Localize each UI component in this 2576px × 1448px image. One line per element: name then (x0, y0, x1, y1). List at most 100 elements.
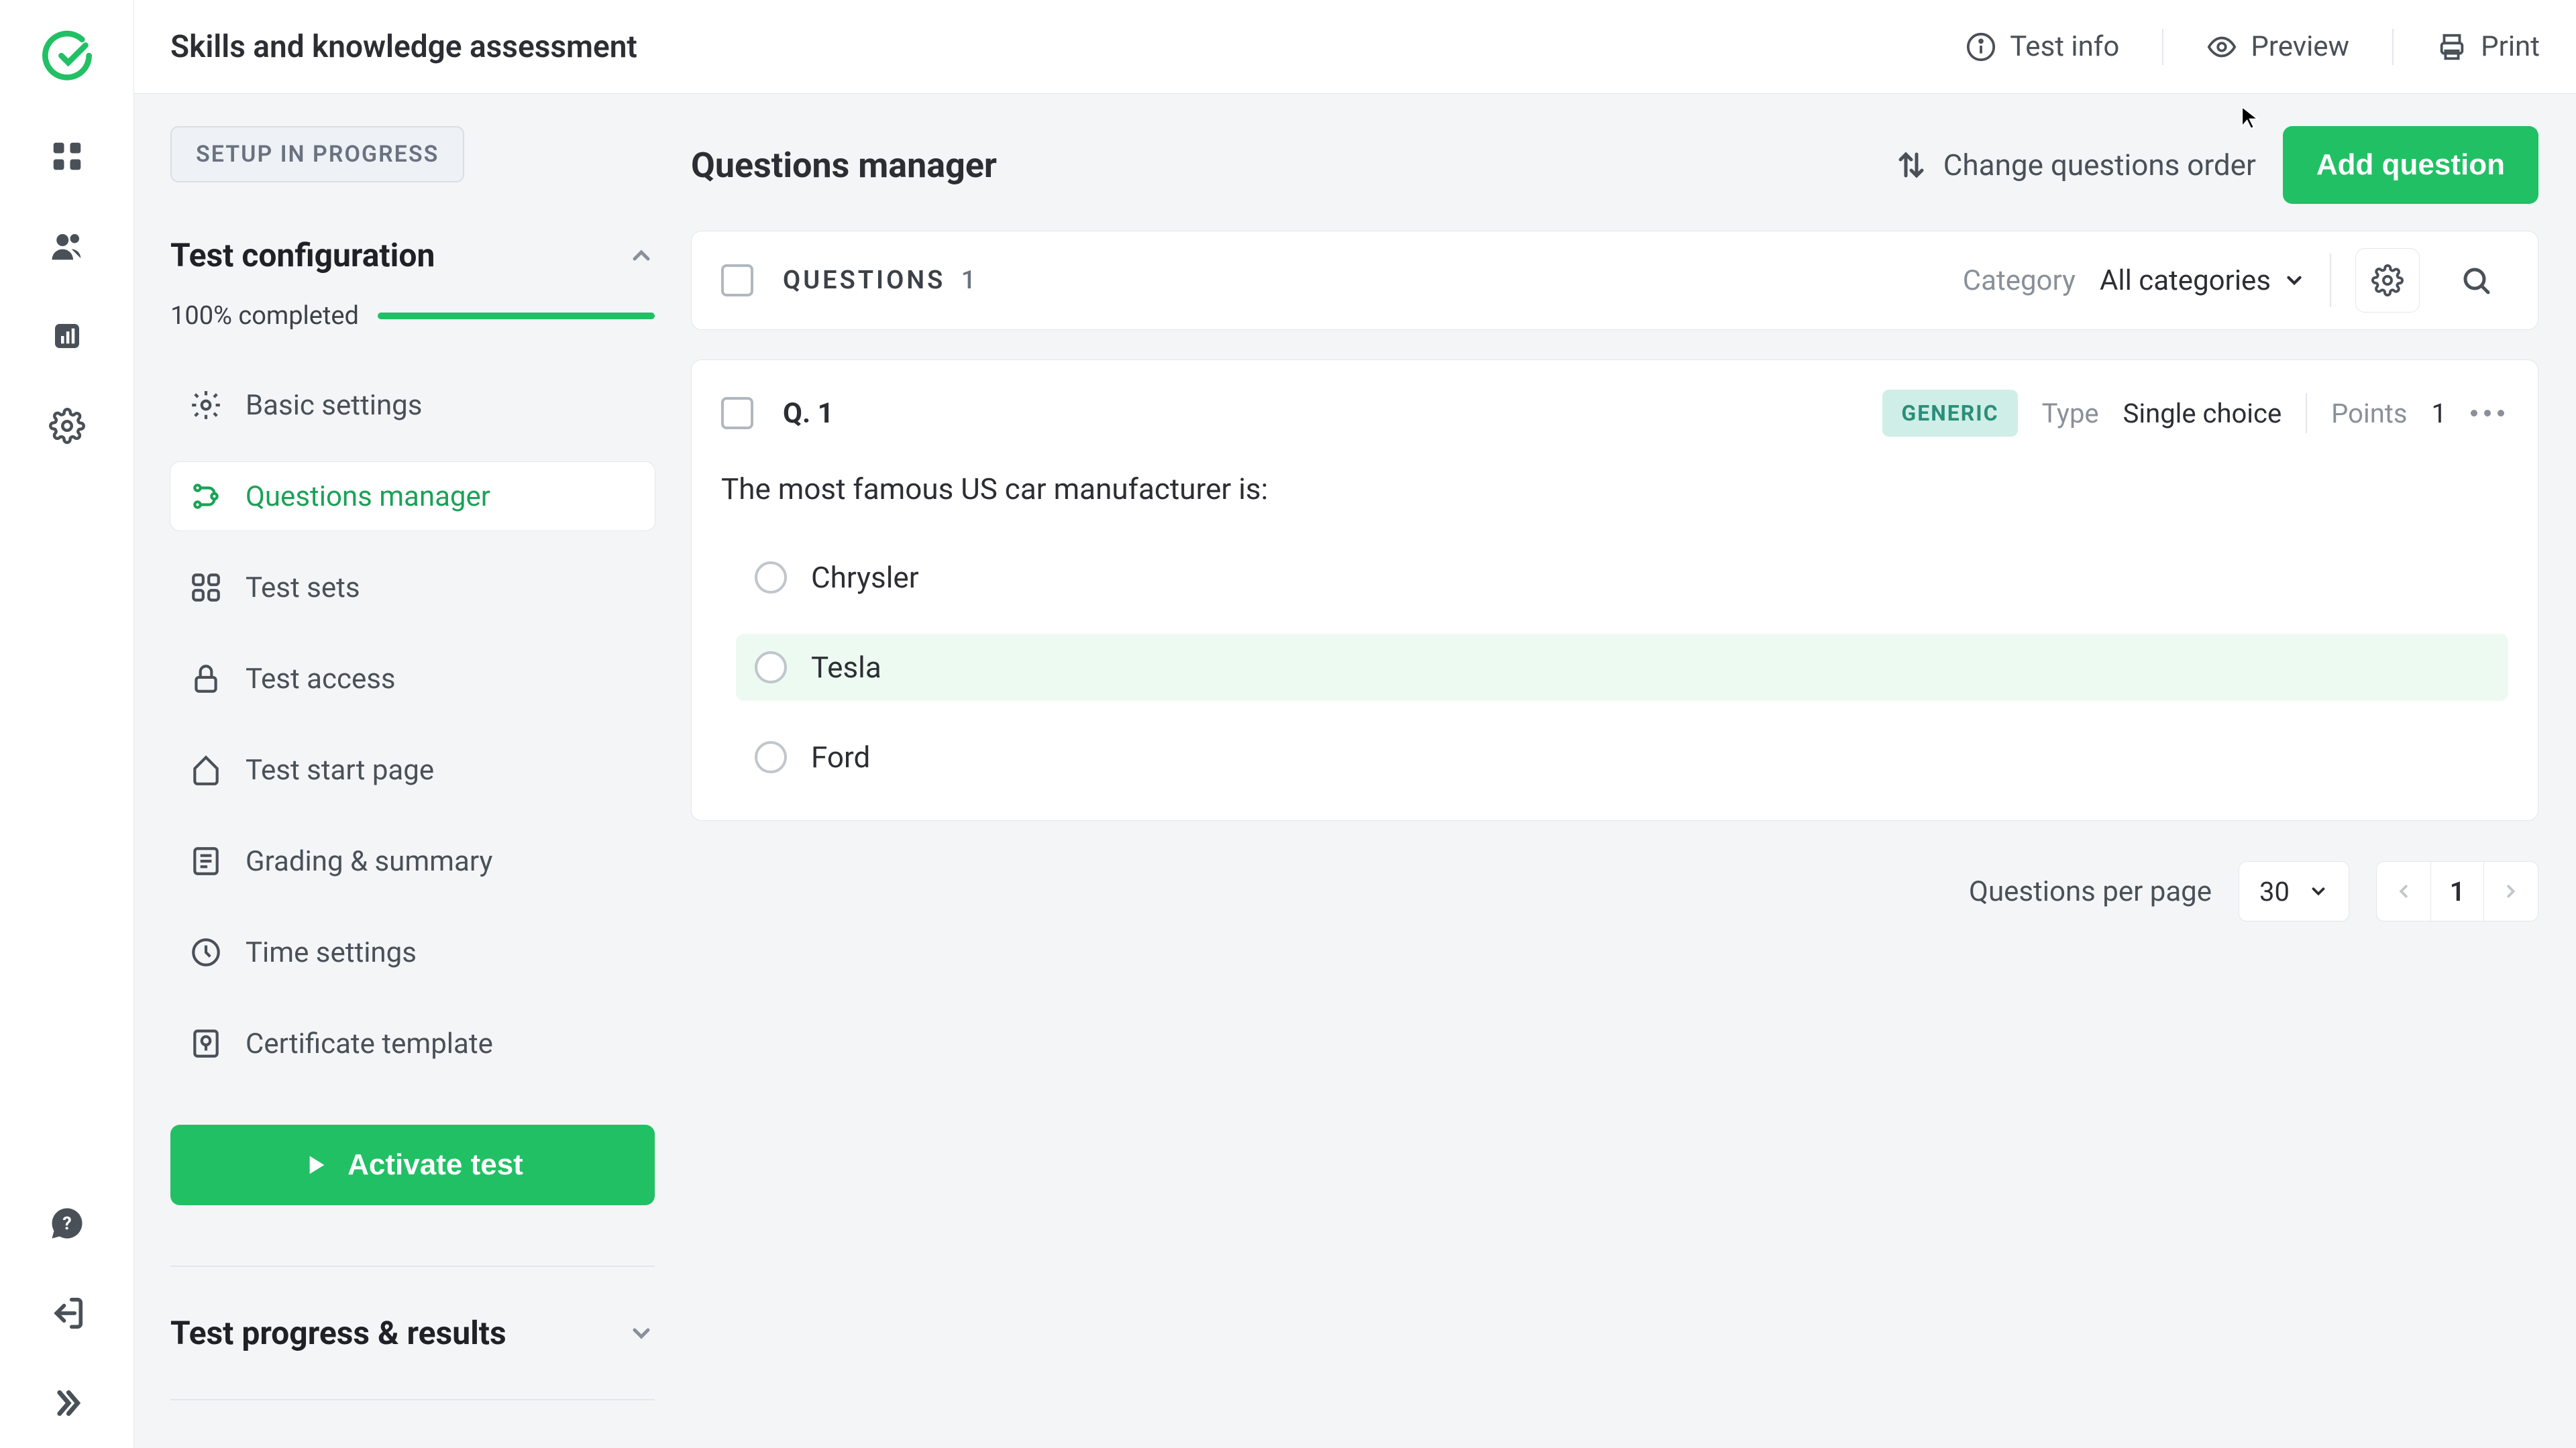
top-bar: Skills and knowledge assessment Test inf… (134, 0, 2576, 94)
activate-label: Activate test (347, 1148, 523, 1182)
question-more-menu[interactable] (2471, 410, 2508, 416)
questions-count: QUESTIONS 1 (783, 266, 978, 295)
progress-bar (378, 313, 655, 319)
per-page-value: 30 (2259, 876, 2290, 907)
add-question-button[interactable]: Add question (2283, 126, 2538, 204)
logout-icon[interactable] (49, 1295, 85, 1331)
question-category-tag: GENERIC (1882, 390, 2017, 437)
setup-status-badge: SETUP IN PROGRESS (170, 126, 464, 182)
question-type-value: Single choice (2123, 398, 2282, 429)
answer-option[interactable]: Chrysler (736, 544, 2508, 611)
sidebar-item-label: Time settings (246, 936, 417, 969)
sidebar-item-test-access[interactable]: Test access (170, 645, 655, 713)
play-icon (302, 1152, 329, 1178)
sidebar-item-test-sets[interactable]: Test sets (170, 553, 655, 622)
per-page-select[interactable]: 30 (2239, 861, 2349, 922)
section-label: Test progress & results (170, 1314, 506, 1352)
page-title: Skills and knowledge assessment (170, 29, 637, 65)
brand-logo-icon (38, 27, 96, 85)
per-page-label: Questions per page (1969, 875, 2212, 908)
separator (2392, 29, 2394, 65)
sidebar-item-test-start-page[interactable]: Test start page (170, 736, 655, 804)
sort-arrows-icon (1895, 149, 1927, 181)
divider (170, 1266, 655, 1267)
dashboard-icon[interactable] (49, 138, 85, 174)
expand-sidebar-icon[interactable] (49, 1385, 85, 1421)
sidebar-item-label: Certificate template (246, 1027, 493, 1060)
chevron-down-icon (2308, 881, 2328, 901)
preview-button[interactable]: Preview (2206, 30, 2349, 63)
clock-icon (189, 936, 223, 969)
print-label: Print (2481, 30, 2540, 63)
sidebar-item-questions-manager[interactable]: Questions manager (170, 462, 655, 531)
activate-test-button[interactable]: Activate test (170, 1125, 655, 1205)
section-label: Test configuration (170, 236, 435, 274)
search-button[interactable] (2444, 248, 2508, 313)
print-button[interactable]: Print (2436, 30, 2540, 63)
category-filter-value: All categories (2100, 264, 2271, 297)
document-icon (189, 844, 223, 878)
gear-icon (189, 388, 223, 422)
completion-label: 100% completed (170, 301, 359, 331)
test-results-section-toggle[interactable]: Test progress & results (170, 1314, 655, 1352)
chevron-right-icon (2501, 881, 2521, 901)
work-area: Questions manager Change questions order… (691, 94, 2576, 1448)
change-order-label: Change questions order (1943, 148, 2256, 182)
next-page-button[interactable] (2484, 881, 2538, 901)
answer-option[interactable]: Ford (736, 724, 2508, 791)
chevron-down-icon (2283, 269, 2306, 292)
question-text: The most famous US car manufacturer is: (721, 471, 2508, 506)
lock-icon (189, 662, 223, 695)
category-filter-select[interactable]: All categories (2100, 264, 2306, 297)
category-filter-label: Category (1963, 264, 2076, 297)
users-icon[interactable] (49, 228, 85, 264)
sidebar-item-label: Basic settings (246, 389, 422, 422)
test-info-button[interactable]: Test info (1966, 30, 2119, 63)
search-icon (2460, 264, 2492, 296)
sidebar-item-certificate-template[interactable]: Certificate template (170, 1009, 655, 1078)
sidebar-item-grading-summary[interactable]: Grading & summary (170, 827, 655, 895)
sidebar-item-time-settings[interactable]: Time settings (170, 918, 655, 987)
help-icon[interactable]: ? (49, 1205, 85, 1241)
answer-text: Chrysler (811, 560, 919, 595)
reports-icon[interactable] (49, 318, 85, 354)
test-configuration-section-toggle[interactable]: Test configuration (170, 236, 655, 274)
sidebar-item-label: Test sets (246, 571, 360, 604)
test-info-label: Test info (2010, 30, 2119, 63)
gear-icon (2371, 264, 2404, 296)
completion-progress: 100% completed (170, 301, 655, 331)
sidebar-item-basic-settings[interactable]: Basic settings (170, 371, 655, 439)
change-questions-order-button[interactable]: Change questions order (1895, 148, 2256, 182)
separator (2330, 254, 2331, 307)
add-question-label: Add question (2316, 148, 2505, 181)
home-icon (189, 753, 223, 787)
sidebar-item-label: Grading & summary (246, 845, 492, 878)
svg-text:?: ? (62, 1213, 71, 1234)
answer-text: Ford (811, 740, 870, 775)
grid-icon (189, 571, 223, 604)
prev-page-button[interactable] (2377, 881, 2430, 901)
sidebar-item-label: Questions manager (246, 480, 490, 513)
work-title: Questions manager (691, 145, 997, 186)
question-number: Q. 1 (783, 397, 834, 430)
settings-icon[interactable] (49, 408, 85, 444)
answer-option[interactable]: Tesla (736, 634, 2508, 701)
separator (2162, 29, 2163, 65)
page-control: 1 (2376, 861, 2538, 922)
table-settings-button[interactable] (2355, 248, 2420, 313)
question-type-label: Type (2042, 398, 2099, 429)
nav-rail: ? (0, 0, 134, 1448)
select-all-checkbox[interactable] (721, 264, 753, 296)
divider (170, 1399, 655, 1400)
chevron-down-icon (628, 1320, 655, 1347)
question-points-value: 1 (2432, 398, 2447, 429)
answer-text: Tesla (811, 650, 881, 685)
config-sidebar: SETUP IN PROGRESS Test configuration 100… (134, 94, 691, 1448)
question-points-label: Points (2331, 398, 2407, 429)
chevron-left-icon (2394, 881, 2414, 901)
select-question-checkbox[interactable] (721, 397, 753, 429)
questions-count-label: QUESTIONS (783, 266, 945, 295)
chevron-up-icon (628, 242, 655, 269)
radio-icon (755, 741, 787, 773)
preview-label: Preview (2251, 30, 2349, 63)
